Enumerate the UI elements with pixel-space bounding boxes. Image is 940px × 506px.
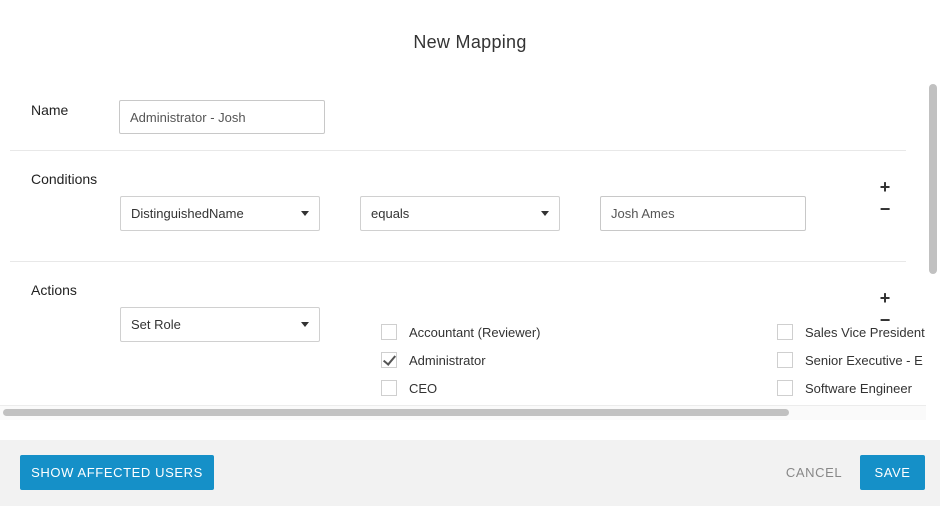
add-action-icon[interactable]: + [878, 289, 892, 307]
role-label: Software Engineer [805, 380, 912, 396]
role-label: Senior Executive - E [805, 352, 923, 368]
role-checkbox-software-engineer[interactable]: Software Engineer [777, 380, 912, 396]
condition-operator-value: equals [371, 206, 410, 221]
vertical-scrollbar-thumb[interactable] [929, 84, 937, 274]
checkbox[interactable] [381, 324, 397, 340]
name-label: Name [31, 102, 69, 118]
action-value: Set Role [131, 317, 181, 332]
dialog-footer: SHOW AFFECTED USERS CANCEL SAVE [0, 440, 940, 506]
checkbox[interactable] [381, 380, 397, 396]
role-label: CEO [409, 380, 438, 396]
chevron-down-icon [541, 211, 549, 216]
show-affected-users-button[interactable]: SHOW AFFECTED USERS [20, 455, 214, 490]
dialog-content: Name Administrator - Josh Conditions Dis… [0, 80, 926, 412]
role-checkbox-administrator[interactable]: Administrator [381, 352, 486, 368]
condition-operator-select[interactable]: equals [360, 196, 560, 231]
save-button[interactable]: SAVE [860, 455, 925, 490]
actions-label: Actions [31, 282, 77, 298]
role-checkbox-senior-executive[interactable]: Senior Executive - E [777, 352, 923, 368]
condition-value-input[interactable]: Josh Ames [600, 196, 806, 231]
add-condition-icon[interactable]: + [878, 178, 892, 196]
divider [10, 150, 906, 151]
condition-attribute-select[interactable]: DistinguishedName [120, 196, 320, 231]
conditions-label: Conditions [31, 171, 98, 187]
cancel-button[interactable]: CANCEL [778, 455, 850, 490]
action-select[interactable]: Set Role [120, 307, 320, 342]
horizontal-scrollbar-thumb[interactable] [3, 409, 789, 416]
checkbox[interactable] [777, 352, 793, 368]
checkbox-checked[interactable] [381, 352, 397, 368]
dialog-title: New Mapping [413, 32, 527, 52]
new-mapping-dialog: New Mapping Name Administrator - Josh Co… [0, 0, 940, 506]
chevron-down-icon [301, 211, 309, 216]
role-checkbox-sales-vp[interactable]: Sales Vice President [777, 324, 925, 340]
role-label: Sales Vice President [805, 324, 925, 340]
role-checkbox-ceo[interactable]: CEO [381, 380, 437, 396]
chevron-down-icon [301, 322, 309, 327]
condition-attribute-value: DistinguishedName [131, 206, 244, 221]
name-input[interactable]: Administrator - Josh [119, 100, 325, 134]
checkbox[interactable] [777, 380, 793, 396]
divider [10, 261, 906, 262]
role-checkbox-accountant[interactable]: Accountant (Reviewer) [381, 324, 541, 340]
checkbox[interactable] [777, 324, 793, 340]
role-label: Accountant (Reviewer) [409, 324, 541, 340]
role-label: Administrator [409, 352, 486, 368]
remove-condition-icon[interactable]: − [878, 200, 892, 218]
